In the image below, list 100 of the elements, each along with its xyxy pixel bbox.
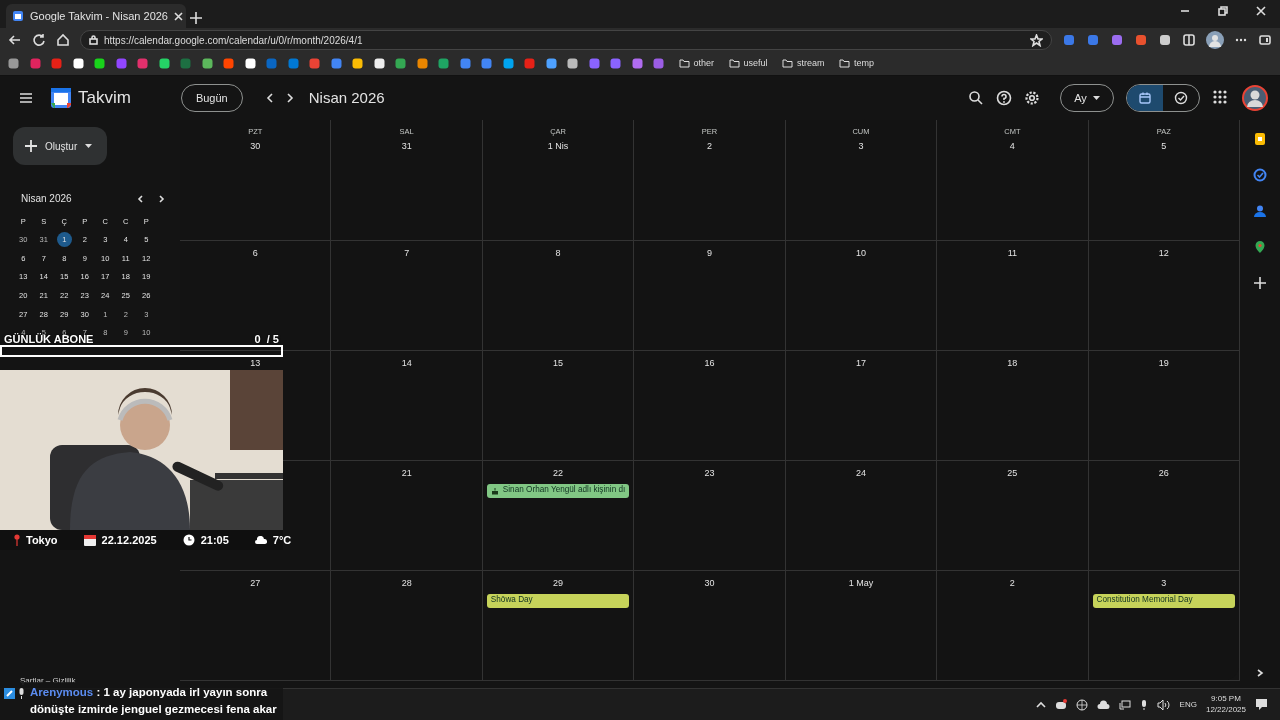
day-number[interactable]: 3 xyxy=(1161,577,1167,591)
bookmark-icon[interactable] xyxy=(94,58,105,69)
avatar-icon[interactable] xyxy=(1242,85,1268,111)
day-number[interactable]: 30 xyxy=(704,577,715,591)
chat-username[interactable]: Arenymous xyxy=(30,686,94,698)
day-number[interactable]: 4 xyxy=(1009,140,1015,154)
day-number[interactable]: 11 xyxy=(1007,247,1017,261)
close-icon[interactable] xyxy=(1256,6,1266,16)
day-number[interactable]: 8 xyxy=(555,247,561,261)
bookmark-folder[interactable]: stream xyxy=(782,56,825,71)
split-screen-icon[interactable] xyxy=(1182,33,1196,47)
bookmark-icon[interactable] xyxy=(158,58,170,69)
extension-icon[interactable] xyxy=(1086,33,1100,47)
create-button[interactable]: Oluştur xyxy=(13,127,107,165)
day-number[interactable]: 12 xyxy=(1158,247,1169,261)
day-number[interactable]: 24 xyxy=(855,467,866,481)
bookmark-icon[interactable] xyxy=(567,58,578,69)
day-number[interactable]: 13 xyxy=(250,357,261,371)
day-number[interactable]: 5 xyxy=(1161,140,1167,154)
bookmark-icon[interactable] xyxy=(373,58,385,69)
day-number[interactable]: 19 xyxy=(1158,357,1169,371)
bookmark-icon[interactable] xyxy=(201,58,213,69)
event-chip[interactable]: Constitution Memorial Day xyxy=(1092,593,1235,608)
day-number[interactable]: 26 xyxy=(1158,467,1169,481)
menu-icon[interactable] xyxy=(18,91,34,105)
plus-icon[interactable] xyxy=(1253,276,1267,290)
search-icon[interactable] xyxy=(968,90,984,106)
tasks-icon[interactable] xyxy=(1253,168,1267,182)
close-icon[interactable] xyxy=(174,11,183,21)
speaker-icon[interactable] xyxy=(1156,698,1171,711)
day-number[interactable]: 29 xyxy=(553,577,564,591)
bookmark-folder[interactable]: temp xyxy=(839,56,875,71)
day-number[interactable]: 17 xyxy=(855,357,866,371)
star-icon[interactable] xyxy=(1030,33,1043,47)
day-number[interactable]: 1 Nis xyxy=(547,140,569,154)
day-number[interactable]: 21 xyxy=(401,467,412,481)
globe-icon[interactable] xyxy=(1075,698,1088,711)
day-number[interactable]: 7 xyxy=(404,247,410,261)
network-icon[interactable] xyxy=(1118,698,1131,711)
day-number[interactable]: 30 xyxy=(250,140,261,154)
app-title: Takvim xyxy=(78,87,131,110)
address-bar[interactable]: https://calendar.google.com/calendar/u/0/r/month/2026/4/1 xyxy=(80,30,1052,50)
day-number[interactable]: 31 xyxy=(401,140,412,154)
reload-icon[interactable] xyxy=(32,33,46,47)
map-pin-icon[interactable] xyxy=(1253,240,1267,254)
day-number[interactable]: 23 xyxy=(704,467,715,481)
bookmark-icon[interactable] xyxy=(352,58,363,69)
help-icon[interactable] xyxy=(996,90,1012,106)
notification-icon[interactable] xyxy=(1255,698,1268,711)
day-number[interactable]: 10 xyxy=(855,247,866,261)
next-icon[interactable] xyxy=(156,193,166,204)
folder-icon xyxy=(839,59,851,68)
day-number[interactable]: 22 xyxy=(553,467,564,481)
language-indicator[interactable]: ENG xyxy=(1179,698,1197,711)
clock-date[interactable]: 12/22/2025 xyxy=(1205,704,1246,716)
extension-icon[interactable] xyxy=(1062,33,1076,47)
previous-icon[interactable] xyxy=(136,193,146,204)
footer-links[interactable]: Şartlar – Gizlilik xyxy=(20,675,76,687)
notes-icon[interactable] xyxy=(1253,132,1267,146)
day-number[interactable]: 3 xyxy=(858,140,864,154)
day-number[interactable]: 1 May xyxy=(848,577,874,591)
back-icon[interactable] xyxy=(8,33,22,47)
day-number[interactable]: 2 xyxy=(707,140,712,154)
day-number[interactable]: 14 xyxy=(401,357,412,371)
avatar-icon[interactable] xyxy=(1206,31,1224,49)
bookmark-folder[interactable]: other xyxy=(678,56,714,71)
person-icon[interactable] xyxy=(1253,204,1267,218)
chevron-up-icon[interactable] xyxy=(1035,699,1046,710)
calendar-view-toggle[interactable] xyxy=(1127,85,1163,111)
event-chip[interactable]: Shōwa Day xyxy=(486,593,630,608)
day-number[interactable]: 6 xyxy=(252,247,258,261)
day-number[interactable]: 28 xyxy=(401,577,412,591)
home-icon[interactable] xyxy=(56,33,70,47)
settings-icon[interactable] xyxy=(1024,90,1040,106)
day-number[interactable]: 9 xyxy=(707,247,712,261)
day-number[interactable]: 27 xyxy=(250,577,261,591)
day-number[interactable]: 16 xyxy=(704,357,715,371)
clock-time[interactable]: 9:05 PM xyxy=(1211,693,1241,705)
restore-icon[interactable] xyxy=(1218,6,1228,16)
plus-icon xyxy=(25,140,37,152)
lock-icon xyxy=(89,35,98,45)
extension-icon[interactable] xyxy=(1134,33,1148,47)
sidebar-icon[interactable] xyxy=(1258,33,1272,47)
cloud-icon[interactable] xyxy=(1096,699,1110,710)
day-number[interactable]: 18 xyxy=(1007,357,1018,371)
bookmark-icon[interactable] xyxy=(72,58,84,69)
event-chip[interactable]: Sinan Orhan Yengül adlı kişinin dı xyxy=(486,483,630,498)
day-number[interactable]: 2 xyxy=(1009,577,1015,591)
day-number[interactable]: 15 xyxy=(553,357,564,371)
extension-icon[interactable] xyxy=(1110,33,1124,47)
bookmark-folder[interactable]: useful xyxy=(728,56,768,71)
date-label: 22.12.2025 xyxy=(101,532,157,548)
microphone-icon[interactable] xyxy=(1139,698,1148,711)
browser-tab[interactable]: Google Takvim - Nisan 2026 xyxy=(6,4,186,28)
bookmark-icon[interactable] xyxy=(244,58,256,69)
day-number[interactable]: 25 xyxy=(1007,467,1018,481)
folder-icon xyxy=(678,59,690,68)
clock-icon xyxy=(182,534,195,546)
expand-icon[interactable] xyxy=(1255,668,1265,678)
cloud-icon xyxy=(254,536,267,544)
